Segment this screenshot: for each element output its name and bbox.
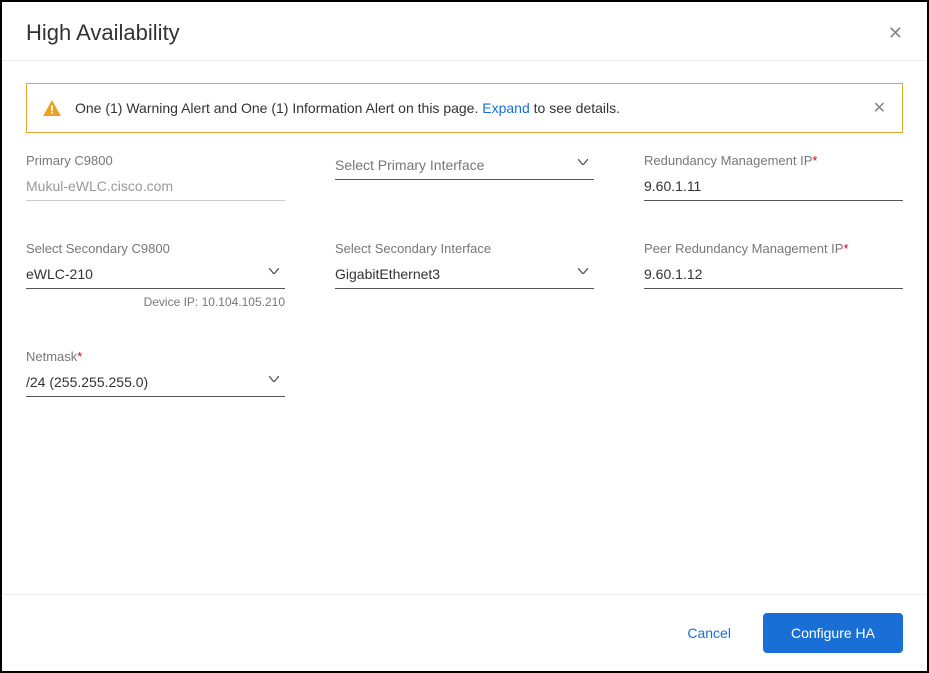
label-primary-c9800: Primary C9800 [26, 153, 285, 168]
input-primary-c9800 [26, 174, 285, 201]
dialog-header: High Availability ✕ [2, 2, 927, 61]
expand-link[interactable]: Expand [482, 100, 529, 116]
field-netmask: Netmask* [26, 349, 285, 397]
field-secondary-c9800: Select Secondary C9800 Device IP: 10.104… [26, 241, 285, 309]
label-secondary-c9800: Select Secondary C9800 [26, 241, 285, 256]
warning-icon [43, 100, 61, 116]
field-peer-rmi: Peer Redundancy Management IP* [644, 241, 903, 289]
label-secondary-interface: Select Secondary Interface [335, 241, 594, 256]
configure-ha-button[interactable]: Configure HA [763, 613, 903, 653]
label-peer-rmi: Peer Redundancy Management IP* [644, 241, 903, 256]
select-secondary-c9800[interactable] [26, 262, 285, 289]
field-primary-c9800: Primary C9800 [26, 153, 285, 201]
select-netmask[interactable] [26, 370, 285, 397]
helper-device-ip: Device IP: 10.104.105.210 [26, 295, 285, 309]
alert-close-icon[interactable]: ✕ [873, 98, 886, 118]
close-icon[interactable]: ✕ [888, 23, 903, 44]
dialog-footer: Cancel Configure HA [2, 594, 927, 671]
alert-banner: One (1) Warning Alert and One (1) Inform… [26, 83, 903, 133]
field-secondary-interface: Select Secondary Interface [335, 241, 594, 289]
input-peer-rmi[interactable] [644, 262, 903, 289]
label-netmask: Netmask* [26, 349, 285, 364]
label-rmi: Redundancy Management IP* [644, 153, 903, 168]
cancel-button[interactable]: Cancel [683, 615, 735, 651]
form-area: Primary C9800 Redundancy Management IP* … [2, 143, 927, 407]
field-rmi: Redundancy Management IP* [644, 153, 903, 201]
field-primary-interface [335, 153, 594, 180]
alert-message: One (1) Warning Alert and One (1) Inform… [75, 100, 853, 116]
input-rmi[interactable] [644, 174, 903, 201]
dialog-title: High Availability [26, 20, 180, 46]
select-secondary-interface[interactable] [335, 262, 594, 289]
select-primary-interface[interactable] [335, 153, 594, 180]
